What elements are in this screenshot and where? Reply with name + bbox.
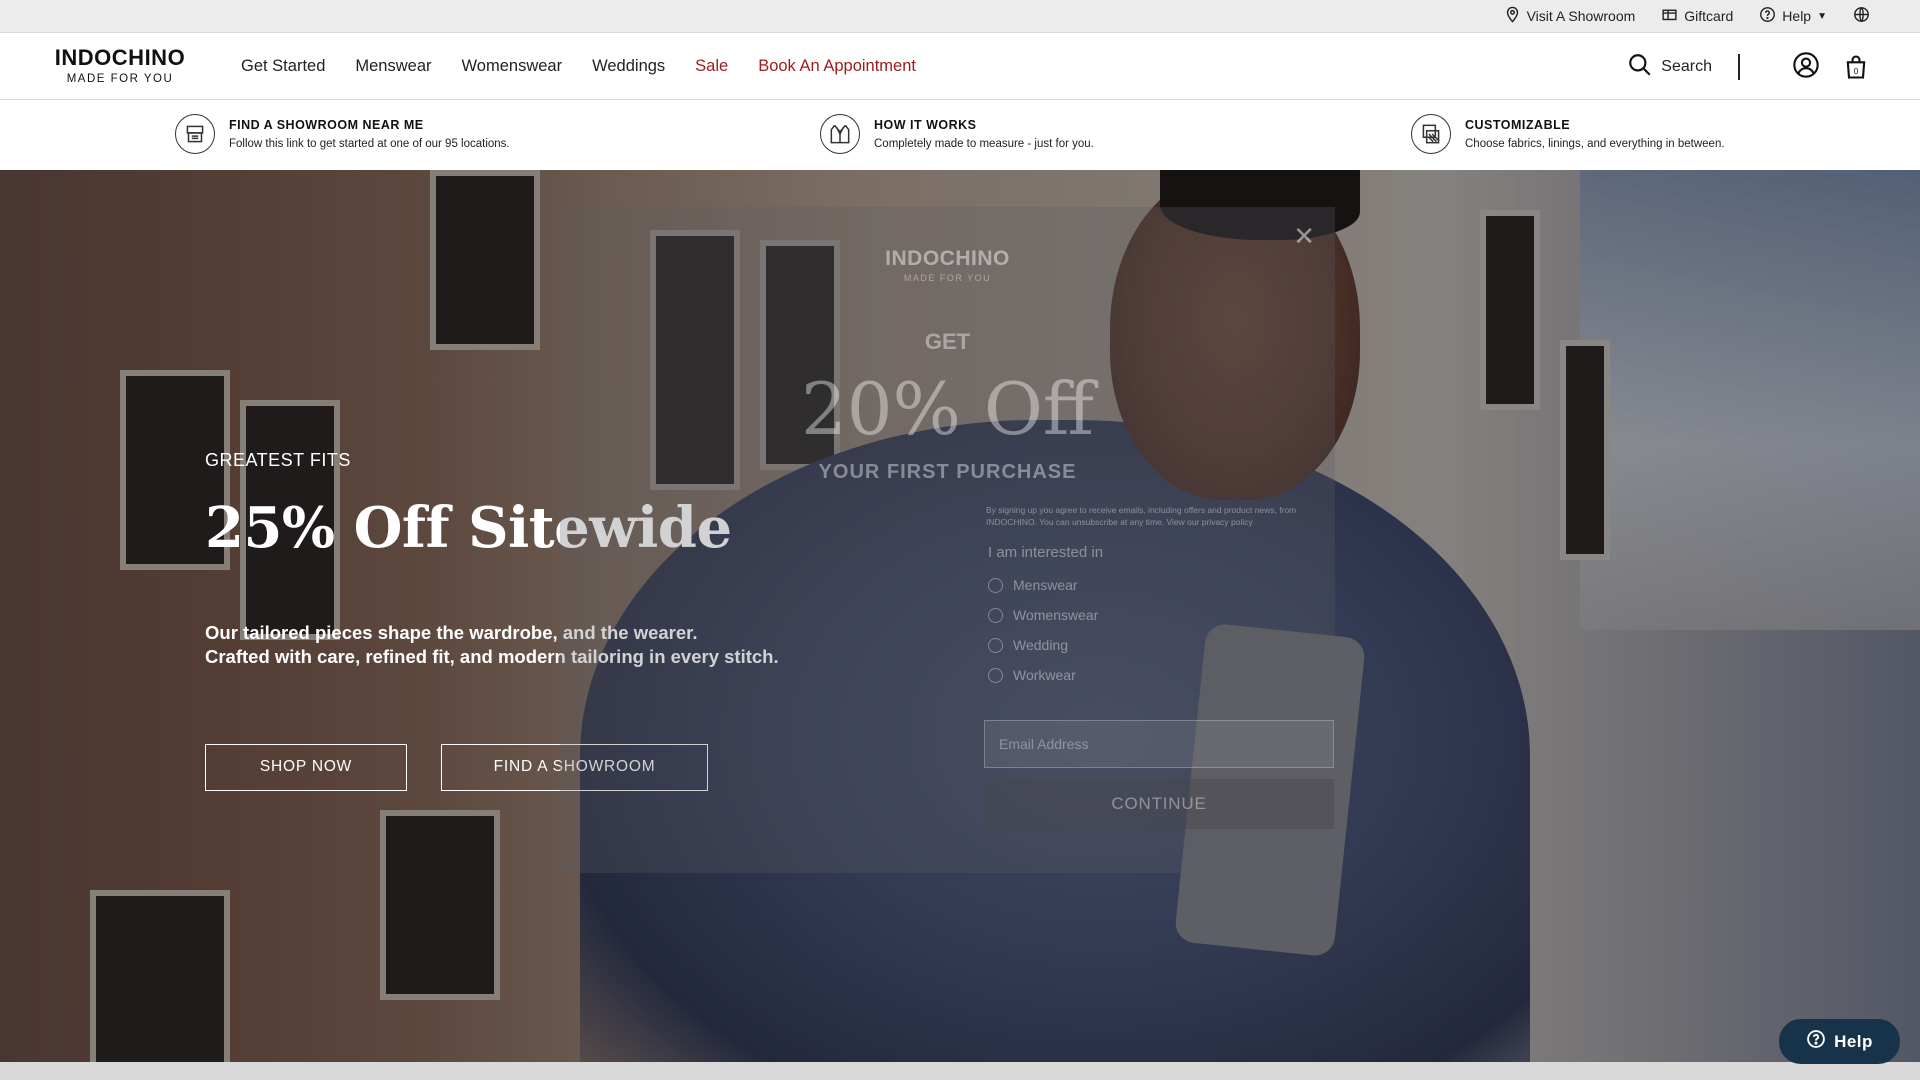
nav-book-appointment[interactable]: Book An Appointment [758,57,916,76]
logo-wordmark: INDOCHINO [54,45,186,70]
help-chat-label: Help [1834,1031,1873,1051]
radio-button[interactable] [988,637,1003,653]
benefit-title: FIND A SHOWROOM NEAR ME [229,118,424,132]
nav-sale[interactable]: Sale [695,57,728,76]
nav-weddings[interactable]: Weddings [592,57,665,76]
footer-strip [0,1062,1920,1080]
suit-icon [820,114,860,154]
modal-interest-options: Menswear Womenswear Wedding Workwear [988,577,1098,683]
search-label: Search [1661,58,1712,75]
nav-womenswear[interactable]: Womenswear [462,57,563,76]
benefit-desc: Follow this link to get started at one o… [229,138,510,150]
nav-links: Get Started Menswear Womenswear Weddings… [241,57,916,76]
radio-button[interactable] [988,607,1003,623]
nav-actions: Search 0 [1627,33,1870,101]
question-circle-icon [1759,6,1776,26]
interest-option-label: Wedding [1013,637,1069,653]
visit-showroom-link[interactable]: Visit A Showroom [1504,6,1636,26]
benefit-title: CUSTOMIZABLE [1465,118,1571,132]
question-circle-icon [1806,1029,1826,1054]
user-circle-icon [1792,51,1820,84]
benefits-strip: FIND A SHOWROOM NEAR ME Follow this link… [0,100,1920,170]
store-icon [175,114,215,154]
benefit-title: HOW IT WORKS [874,118,977,132]
radio-button[interactable] [988,667,1003,683]
modal-offer: 20% Off [800,367,1095,451]
search-button[interactable]: Search [1627,52,1712,83]
cart-count: 0 [1854,67,1859,76]
logo-tagline: MADE FOR YOU [66,73,174,85]
language-selector[interactable] [1853,6,1870,26]
cart-button[interactable]: 0 [1842,53,1870,81]
location-pin-icon [1504,6,1521,26]
email-field[interactable]: Email Address [984,720,1334,768]
benefit-desc: Choose fabrics, linings, and everything … [1465,138,1725,150]
radio-button[interactable] [988,577,1003,593]
continue-button[interactable]: CONTINUE [984,779,1334,829]
modal-get-label: GET [924,329,971,354]
benefit-desc: Completely made to measure - just for yo… [874,138,1094,150]
brand-logo[interactable]: INDOCHINO MADE FOR YOU [49,45,191,86]
giftcard-link[interactable]: Giftcard [1661,6,1733,26]
interest-option-label: Womenswear [1013,607,1099,623]
visit-showroom-label: Visit A Showroom [1526,8,1636,24]
help-dropdown[interactable]: Help ▼ [1759,6,1827,26]
help-chat-button[interactable]: Help [1779,1019,1900,1064]
shop-now-button[interactable]: SHOP NOW [205,743,407,791]
account-button[interactable] [1792,51,1820,84]
utility-bar: Visit A Showroom Giftcard Help ▼ [0,0,1920,32]
benefit-customizable[interactable]: CUSTOMIZABLE Choose fabrics, linings, an… [1411,114,1725,154]
main-nav: INDOCHINO MADE FOR YOU Get Started Mensw… [0,32,1920,100]
interest-option-wedding[interactable]: Wedding [988,637,1098,653]
nav-menswear[interactable]: Menswear [355,57,431,76]
globe-icon [1853,6,1870,26]
search-icon [1627,52,1653,83]
interest-option-workwear[interactable]: Workwear [988,667,1098,683]
modal-logo-tagline: MADE FOR YOU [903,273,992,283]
gift-card-icon [1661,6,1678,26]
nav-divider [1738,54,1740,80]
modal-logo: INDOCHINO MADE FOR YOU [560,247,1335,283]
interest-option-menswear[interactable]: Menswear [988,577,1098,593]
interest-option-label: Workwear [1013,667,1076,683]
caret-down-icon: ▼ [1817,10,1827,22]
interest-option-womenswear[interactable]: Womenswear [988,607,1098,623]
benefit-how-it-works[interactable]: HOW IT WORKS Completely made to measure … [820,114,1094,154]
modal-interest-label: I am interested in [988,544,1104,561]
nav-get-started[interactable]: Get Started [241,57,325,76]
giftcard-label: Giftcard [1684,8,1734,24]
interest-option-label: Menswear [1013,577,1078,593]
fabric-swatch-icon [1411,114,1451,154]
modal-logo-wordmark: INDOCHINO [885,247,1010,270]
modal-purchase-label: YOUR FIRST PURCHASE [818,461,1077,483]
help-label: Help [1782,8,1812,24]
benefit-find-showroom[interactable]: FIND A SHOWROOM NEAR ME Follow this link… [175,114,510,154]
shopping-bag-icon: 0 [1846,55,1866,79]
signup-modal: ✕ INDOCHINO MADE FOR YOU GET 20% Off YOU… [560,207,1335,873]
modal-fine-print: By signing up you agree to receive email… [986,505,1297,527]
